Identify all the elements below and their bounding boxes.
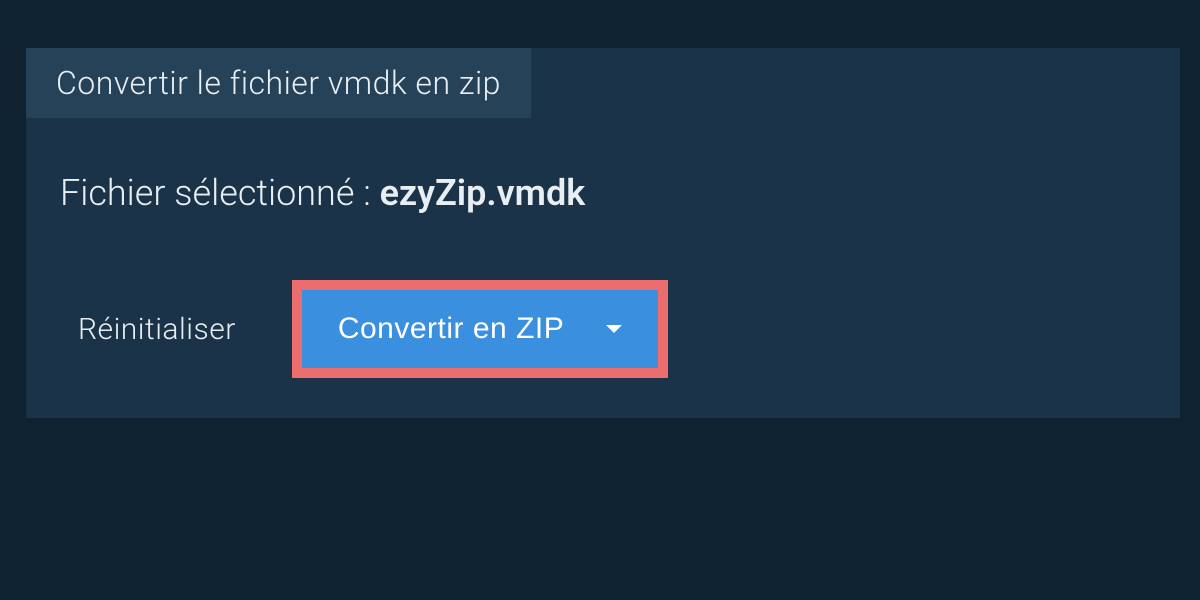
chevron-down-icon bbox=[606, 325, 622, 333]
selected-file-prefix: Fichier sélectionné : bbox=[60, 172, 380, 214]
convert-button[interactable]: Convertir en ZIP bbox=[302, 290, 658, 368]
selected-file-label: Fichier sélectionné : ezyZip.vmdk bbox=[60, 172, 585, 214]
tab-header[interactable]: Convertir le fichier vmdk en zip bbox=[26, 48, 531, 118]
convert-button-highlight: Convertir en ZIP bbox=[292, 280, 668, 378]
selected-file-name: ezyZip.vmdk bbox=[380, 172, 586, 214]
tab-title: Convertir le fichier vmdk en zip bbox=[56, 64, 501, 102]
reset-button[interactable]: Réinitialiser bbox=[78, 312, 236, 347]
convert-button-label: Convertir en ZIP bbox=[338, 312, 564, 346]
controls-row: Réinitialiser Convertir en ZIP bbox=[78, 280, 668, 378]
